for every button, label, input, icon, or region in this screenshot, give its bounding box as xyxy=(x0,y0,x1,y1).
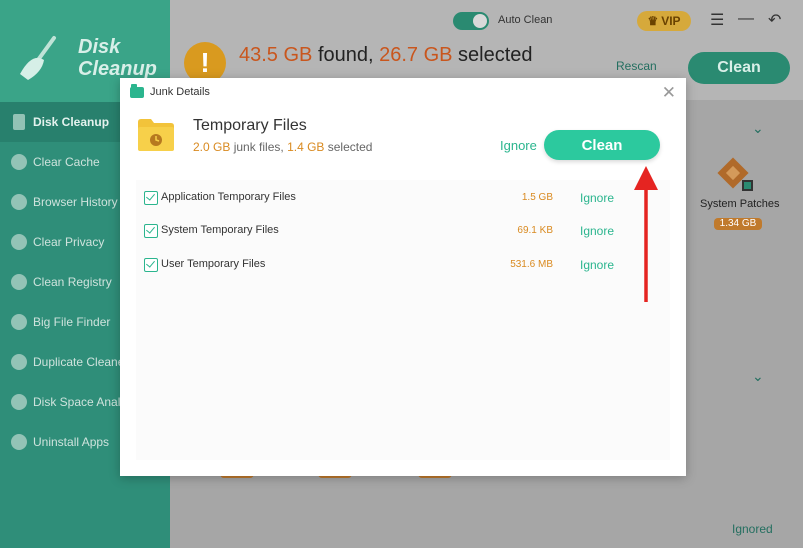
category-summary: 2.0 GB junk files, 1.4 GB selected xyxy=(193,140,372,154)
back-icon[interactable]: ↶ xyxy=(768,10,781,30)
checkbox[interactable] xyxy=(144,224,158,238)
vip-badge[interactable]: ♛ VIP xyxy=(637,11,691,31)
list-item: User Temporary Files 531.6 MB Ignore xyxy=(136,252,670,278)
menu-icon[interactable]: ☰ xyxy=(710,10,724,30)
item-label: Application Temporary Files xyxy=(161,191,296,203)
crown-icon: ♛ xyxy=(647,14,659,28)
list-item: System Temporary Files 69.1 KB Ignore xyxy=(136,218,670,244)
ignore-category-link[interactable]: Ignore xyxy=(500,138,537,153)
item-size: 69.1 KB xyxy=(517,225,553,236)
chevron-down-icon[interactable]: ⌄ xyxy=(752,368,764,385)
logo-line-2: Cleanup xyxy=(78,58,157,80)
checkbox[interactable] xyxy=(144,191,158,205)
item-size: 1.5 GB xyxy=(521,192,553,203)
patch-icon xyxy=(717,157,753,191)
apps-icon xyxy=(11,434,27,450)
item-label: User Temporary Files xyxy=(161,258,266,270)
category-title: Temporary Files xyxy=(193,117,307,134)
rescan-link[interactable]: Rescan xyxy=(616,59,657,73)
broom-logo-icon xyxy=(20,36,56,80)
close-icon[interactable]: ✕ xyxy=(662,83,676,103)
sidebar-item-label: Browser History xyxy=(33,195,118,209)
auto-clean-label: Auto Clean xyxy=(498,14,553,26)
ignored-link[interactable]: Ignored xyxy=(732,522,773,536)
list-item: Application Temporary Files 1.5 GB Ignor… xyxy=(136,185,670,211)
dialog-title: Junk Details xyxy=(130,83,210,98)
logo-line-1: Disk xyxy=(78,36,121,58)
system-patches-label: System Patches xyxy=(700,198,780,210)
eye-icon xyxy=(11,234,27,250)
selected-label: selected xyxy=(324,140,373,154)
auto-clean-toggle[interactable] xyxy=(453,12,489,30)
broom-icon xyxy=(13,114,25,130)
sidebar-item-label: Big File Finder xyxy=(33,315,111,329)
item-label: System Temporary Files xyxy=(161,224,279,236)
dialog-title-text: Junk Details xyxy=(150,86,210,98)
temporary-folder-icon xyxy=(138,119,174,151)
sidebar-item-label: Uninstall Apps xyxy=(33,435,110,449)
main-clean-button[interactable]: Clean xyxy=(688,52,790,84)
globe-icon xyxy=(11,194,27,210)
minimize-icon[interactable]: — xyxy=(738,10,754,28)
item-size: 531.6 MB xyxy=(510,259,553,270)
checkbox[interactable] xyxy=(144,258,158,272)
ignore-link[interactable]: Ignore xyxy=(580,258,614,272)
found-label: found, xyxy=(312,44,380,66)
found-size: 43.5 GB xyxy=(239,44,313,66)
database-icon xyxy=(11,154,27,170)
pie-icon xyxy=(11,394,27,410)
clean-button[interactable]: Clean xyxy=(544,130,660,160)
sidebar-item-label: Clean Registry xyxy=(33,275,112,289)
junk-size: 2.0 GB xyxy=(193,140,231,154)
logo-text: Disk Cleanup xyxy=(78,36,157,80)
junk-file-list: Application Temporary Files 1.5 GB Ignor… xyxy=(136,180,670,460)
sidebar-item-label: Clear Privacy xyxy=(33,235,105,249)
selected-size: 1.4 GB xyxy=(287,140,325,154)
scan-summary: 43.5 GB found, 26.7 GB selected xyxy=(239,44,533,67)
ignore-link[interactable]: Ignore xyxy=(580,191,614,205)
vip-label: VIP xyxy=(661,14,681,28)
registry-icon xyxy=(11,274,27,290)
ignore-link[interactable]: Ignore xyxy=(580,224,614,238)
duplicate-icon xyxy=(11,354,27,370)
junk-label: junk files, xyxy=(230,140,288,154)
selected-label: selected xyxy=(452,44,533,66)
system-patches-size: 1.34 GB xyxy=(714,218,762,230)
annotation-arrow-icon xyxy=(634,166,658,302)
folder-icon xyxy=(130,83,144,98)
sidebar-item-label: Clear Cache xyxy=(33,155,100,169)
chevron-down-icon[interactable]: ⌄ xyxy=(752,120,764,137)
folder-icon xyxy=(11,314,27,330)
selected-size: 26.7 GB xyxy=(379,44,453,66)
junk-details-dialog: Junk Details ✕ Temporary Files 2.0 GB ju… xyxy=(120,78,686,476)
sidebar-item-label: Duplicate Cleaner xyxy=(33,355,129,369)
sidebar-item-label: Disk Cleanup xyxy=(33,115,110,129)
